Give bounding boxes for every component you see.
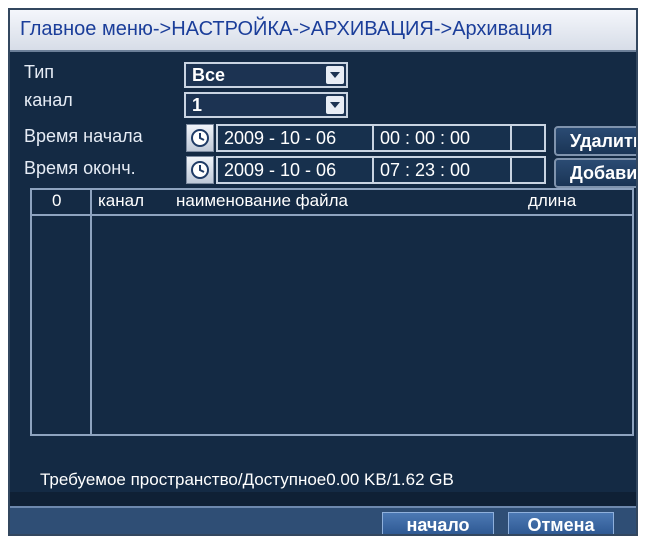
channel-select-value: 1 [192, 95, 203, 115]
clock-icon[interactable] [186, 124, 214, 152]
end-time-label: Время оконч. [24, 158, 136, 178]
start-time-label: Время начала [24, 126, 143, 146]
chevron-down-icon[interactable] [326, 96, 344, 114]
field-divider [510, 126, 512, 150]
start-date[interactable]: 2009 - 10 - 06 [224, 126, 336, 150]
column-header-length: длина [528, 191, 577, 210]
end-date[interactable]: 2009 - 10 - 06 [224, 158, 336, 182]
channel-label: канал [24, 90, 73, 110]
start-datetime-field[interactable]: 2009 - 10 - 06 00 : 00 : 00 [216, 124, 546, 152]
type-select[interactable]: Все [184, 62, 348, 88]
file-list-table[interactable]: 0 канал наименование файла длина [30, 188, 634, 436]
column-header-index: 0 [52, 191, 62, 210]
column-header-filename: наименование файла [176, 191, 348, 210]
clock-icon[interactable] [186, 156, 214, 184]
field-divider [372, 158, 374, 182]
bottom-bar: начало Отмена [10, 506, 636, 534]
type-label: Тип [24, 62, 55, 82]
field-divider [510, 158, 512, 182]
chevron-down-icon[interactable] [326, 66, 344, 84]
space-status: Требуемое пространство/Доступное0.00 KB/… [40, 470, 454, 489]
title-bar: Главное меню->НАСТРОЙКА->АРХИВАЦИЯ->Архи… [10, 10, 636, 52]
end-time[interactable]: 07 : 23 : 00 [380, 158, 470, 182]
end-datetime-field[interactable]: 2009 - 10 - 06 07 : 23 : 00 [216, 156, 546, 184]
field-divider [372, 126, 374, 150]
add-button[interactable]: Добавить [554, 158, 636, 188]
breadcrumb: Главное меню->НАСТРОЙКА->АРХИВАЦИЯ->Архи… [20, 18, 553, 40]
delete-button[interactable]: Удалить [554, 126, 636, 156]
table-header: 0 канал наименование файла длина [32, 190, 632, 216]
channel-select[interactable]: 1 [184, 92, 348, 118]
archive-window: Главное меню->НАСТРОЙКА->АРХИВАЦИЯ->Архи… [8, 8, 638, 536]
type-select-value: Все [192, 65, 226, 85]
column-header-channel: канал [98, 191, 145, 210]
start-button[interactable]: начало [382, 512, 494, 534]
start-time[interactable]: 00 : 00 : 00 [380, 126, 470, 150]
cancel-button[interactable]: Отмена [508, 512, 614, 534]
column-divider [90, 190, 92, 434]
